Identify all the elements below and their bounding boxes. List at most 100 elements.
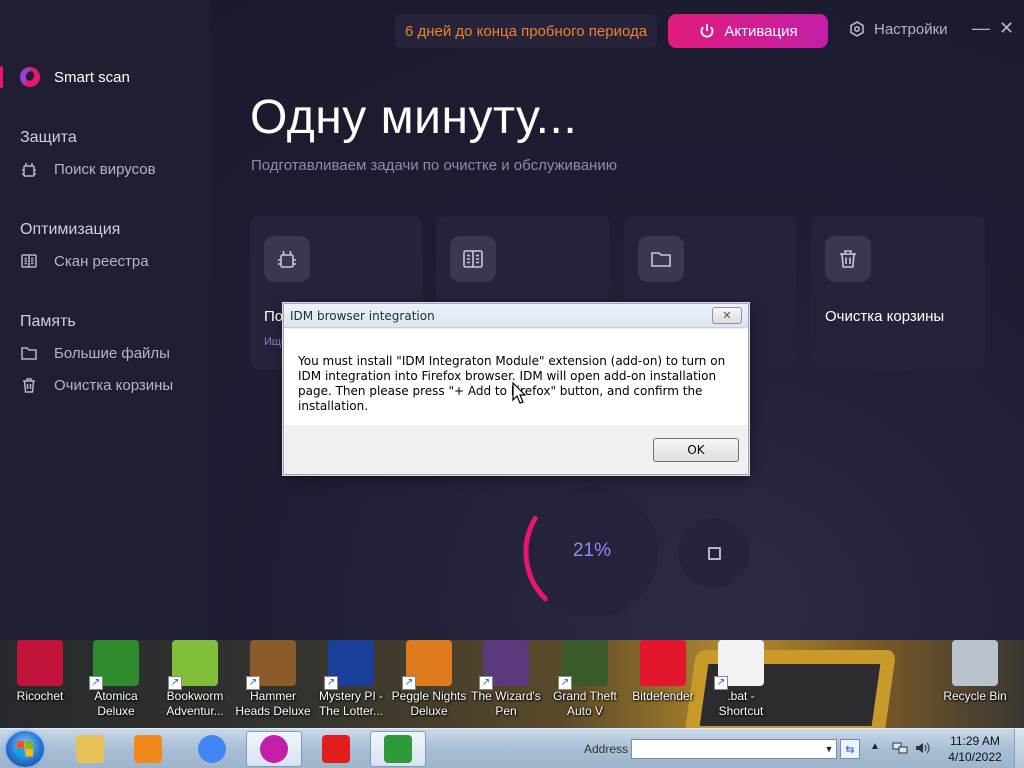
activate-button-label: Активация bbox=[724, 22, 798, 40]
power-icon bbox=[701, 24, 714, 38]
active-nav-indicator bbox=[0, 66, 3, 88]
gear-icon bbox=[850, 21, 864, 37]
trial-remaining-banner[interactable]: 6 дней до конца пробного периода bbox=[395, 14, 657, 48]
trash-icon bbox=[840, 250, 856, 268]
card-title: Очистка корзины bbox=[825, 308, 945, 325]
desktop-icon[interactable]: ↗ Atomica Deluxe bbox=[78, 640, 154, 728]
desktop-icon-image: ↗ bbox=[714, 640, 764, 690]
show-desktop-button[interactable] bbox=[1014, 729, 1024, 768]
desktop-icon-label: Bookworm Adventur... bbox=[166, 689, 224, 718]
settings-label: Настройки bbox=[874, 20, 948, 38]
antivirus-taskbar-button[interactable] bbox=[246, 731, 302, 767]
progress-percent-text: 21% bbox=[572, 540, 612, 561]
shortcut-arrow-icon: ↗ bbox=[324, 676, 338, 690]
close-button[interactable]: ✕ bbox=[999, 18, 1017, 40]
dialog-titlebar[interactable]: IDM browser integration bbox=[284, 304, 748, 328]
chrome-taskbar-button[interactable] bbox=[184, 731, 240, 767]
yandex-taskbar-button[interactable] bbox=[308, 731, 364, 767]
settings-button[interactable]: Настройки bbox=[848, 20, 948, 38]
desktop-icon[interactable]: Recycle Bin bbox=[937, 640, 1013, 728]
sidebar-item-label: Smart scan bbox=[54, 68, 130, 86]
start-button[interactable] bbox=[6, 731, 44, 767]
sidebar-item-smart-scan[interactable]: Smart scan bbox=[20, 66, 130, 88]
sidebar-section-protection: Защита bbox=[20, 129, 77, 146]
network-icon[interactable] bbox=[892, 740, 908, 756]
minimize-button[interactable]: — bbox=[972, 18, 990, 40]
desktop-icon[interactable]: ↗ Mystery PI - The Lotter... bbox=[313, 640, 389, 728]
desktop-icon[interactable]: Bitdefender bbox=[625, 640, 701, 728]
antivirus-icon bbox=[260, 735, 288, 763]
sidebar-item-virus-scan[interactable]: Поиск вирусов bbox=[20, 160, 156, 178]
explorer-taskbar-button[interactable] bbox=[62, 731, 118, 767]
desktop-icon-label: Peggle Nights Deluxe bbox=[391, 689, 467, 718]
clock-time[interactable]: 11:29 AM bbox=[940, 734, 1010, 748]
desktop-icon[interactable]: ↗ Peggle Nights Deluxe bbox=[391, 640, 467, 728]
sidebar: Smart scan Защита Поиск вирусов Оптимиза… bbox=[0, 0, 210, 640]
yandex-icon bbox=[322, 735, 350, 763]
bug-icon bbox=[22, 163, 36, 177]
idm-icon bbox=[384, 735, 412, 763]
card-icon-box bbox=[450, 236, 496, 282]
desktop-icon-image: ↗ bbox=[402, 640, 452, 690]
address-input[interactable] bbox=[631, 739, 837, 759]
activate-button[interactable]: Активация bbox=[668, 14, 828, 48]
stop-scan-button[interactable] bbox=[679, 518, 749, 588]
desktop-icon[interactable]: ↗ Hammer Heads Deluxe bbox=[235, 640, 311, 728]
shortcut-arrow-icon: ↗ bbox=[714, 676, 728, 690]
volume-icon[interactable] bbox=[914, 740, 930, 756]
desktop-icon-label: The Wizard's Pen bbox=[471, 689, 541, 718]
page-subtitle: Подготавливаем задачи по очистке и обслу… bbox=[251, 157, 617, 174]
folder-icon bbox=[651, 252, 671, 267]
trash-icon bbox=[23, 378, 35, 393]
task-card-recycle-cleanup[interactable]: Очистка корзины bbox=[811, 216, 985, 370]
shortcut-arrow-icon: ↗ bbox=[246, 676, 260, 690]
dialog-close-button[interactable]: ✕ bbox=[712, 307, 742, 324]
card-icon-box bbox=[825, 236, 871, 282]
registry-icon bbox=[21, 254, 37, 268]
shortcut-arrow-icon: ↗ bbox=[402, 676, 416, 690]
sidebar-item-label: Поиск вирусов bbox=[54, 160, 156, 178]
sidebar-item-label: Очистка корзины bbox=[54, 376, 174, 394]
sidebar-item-recycle-cleanup[interactable]: Очистка корзины bbox=[20, 376, 173, 394]
media-player-icon bbox=[134, 735, 162, 763]
desktop-icon-label: Atomica Deluxe bbox=[94, 689, 138, 718]
shortcut-arrow-icon: ↗ bbox=[479, 676, 493, 690]
desktop-icon[interactable]: ↗ Bookworm Adventur... bbox=[157, 640, 233, 728]
address-go-button[interactable]: ⇆ bbox=[840, 739, 860, 759]
shortcut-arrow-icon: ↗ bbox=[89, 676, 103, 690]
desktop-icon-image: ↗ bbox=[558, 640, 608, 690]
shortcut-arrow-icon: ↗ bbox=[168, 676, 182, 690]
show-hidden-icons-button[interactable]: ▲ bbox=[870, 741, 880, 752]
desktop-icon-image bbox=[17, 640, 63, 686]
folder-icon bbox=[21, 347, 37, 360]
address-dropdown-icon[interactable]: ▼ bbox=[822, 740, 836, 758]
sidebar-section-memory: Память bbox=[20, 313, 76, 330]
dialog-title: IDM browser integration bbox=[290, 308, 435, 323]
card-icon-box bbox=[264, 236, 310, 282]
desktop-icon-label: Bitdefender bbox=[632, 689, 694, 703]
taskbar: Address ▼ ⇆ ▲ 11:29 AM 4/10/2022 bbox=[0, 728, 1024, 768]
desktop-icon-image: ↗ bbox=[168, 640, 218, 690]
idm-taskbar-button[interactable] bbox=[370, 731, 426, 767]
desktop-icon-image: ↗ bbox=[89, 640, 139, 690]
sidebar-section-optimization: Оптимизация bbox=[20, 221, 121, 238]
dialog-ok-button[interactable]: OK bbox=[653, 438, 739, 462]
explorer-icon bbox=[76, 735, 104, 763]
sidebar-item-label: Скан реестра bbox=[54, 252, 149, 270]
desktop-icon[interactable]: ↗ The Wizard's Pen bbox=[468, 640, 544, 728]
registry-icon bbox=[463, 250, 483, 268]
stop-icon bbox=[707, 546, 721, 560]
desktop-icon-label: .bat - Shortcut bbox=[718, 689, 764, 718]
sidebar-item-large-files[interactable]: Большие файлы bbox=[20, 344, 170, 362]
desktop-icon-image: ↗ bbox=[246, 640, 296, 690]
sidebar-item-registry-scan[interactable]: Скан реестра bbox=[20, 252, 149, 270]
desktop-icon[interactable]: ↗ Grand Theft Auto V bbox=[547, 640, 623, 728]
app-logo-icon bbox=[20, 67, 40, 87]
clock-date[interactable]: 4/10/2022 bbox=[940, 750, 1010, 764]
desktop-icon-image bbox=[952, 640, 998, 686]
desktop-icon[interactable]: ↗ .bat - Shortcut bbox=[703, 640, 779, 728]
media-player-taskbar-button[interactable] bbox=[120, 731, 176, 767]
desktop: Ricochet ↗ Atomica Deluxe ↗ Bookworm Adventu… bbox=[0, 640, 1024, 728]
page-title: Одну минуту... bbox=[250, 91, 578, 144]
desktop-icon[interactable]: Ricochet bbox=[2, 640, 78, 728]
